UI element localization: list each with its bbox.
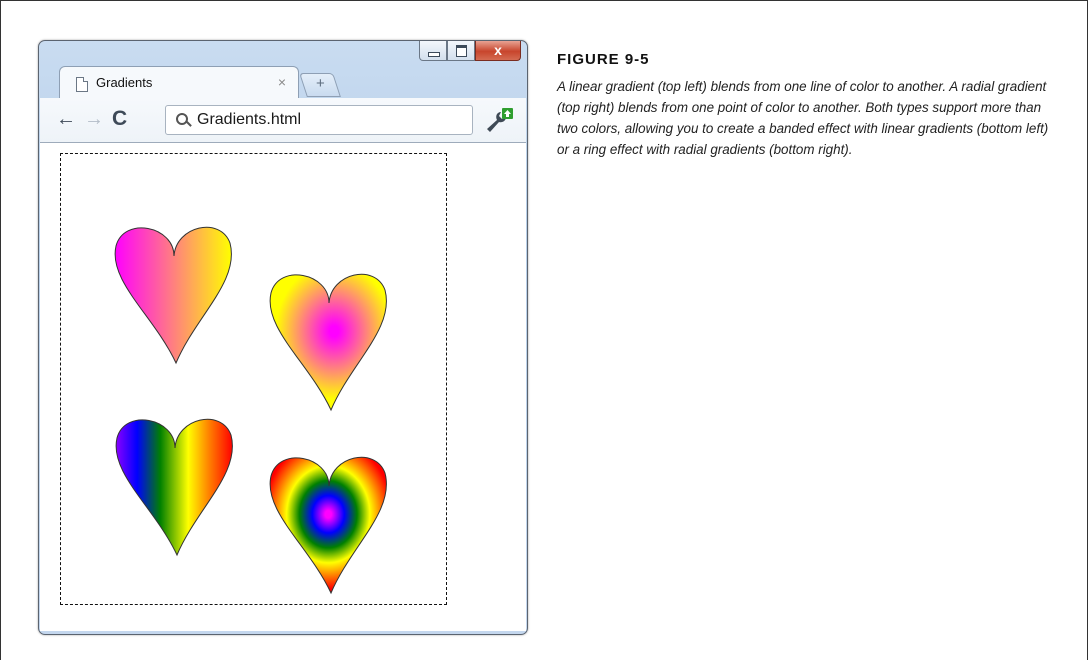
plus-icon: +: [316, 75, 325, 92]
reload-icon[interactable]: C: [112, 107, 127, 131]
heart-radial-gradient: [269, 273, 387, 411]
close-icon: x: [494, 42, 502, 58]
search-icon: [176, 113, 188, 125]
maximize-button[interactable]: [447, 41, 475, 61]
heart-banded-linear-gradient: [115, 418, 233, 556]
back-arrow-icon[interactable]: ←: [56, 107, 76, 131]
figure-title: FIGURE 9-5: [557, 51, 650, 68]
minimize-icon: [428, 52, 440, 57]
address-bar[interactable]: Gradients.html: [165, 105, 473, 135]
forward-arrow-icon[interactable]: →: [84, 107, 104, 131]
toolbar: ← → C Gradients.html: [40, 98, 526, 143]
minimize-button[interactable]: [419, 41, 447, 61]
tab-gradients[interactable]: Gradients ×: [59, 66, 299, 99]
page-icon: [76, 77, 88, 92]
page-viewport: [40, 143, 526, 631]
hearts-canvas: [114, 226, 387, 594]
heart-ring-radial-gradient: [269, 456, 387, 594]
tab-close-icon[interactable]: ×: [278, 74, 286, 90]
wrench-icon[interactable]: [484, 108, 514, 134]
tab-title: Gradients: [96, 75, 153, 90]
address-text: Gradients.html: [197, 111, 302, 128]
browser-window: x Gradients × + ← → C Gradients.html: [38, 40, 528, 635]
maximize-icon: [456, 45, 467, 57]
window-controls: x: [419, 41, 521, 61]
heart-linear-gradient: [114, 226, 232, 364]
figure-caption: A linear gradient (top left) blends from…: [557, 79, 1049, 157]
close-window-button[interactable]: x: [475, 41, 521, 61]
